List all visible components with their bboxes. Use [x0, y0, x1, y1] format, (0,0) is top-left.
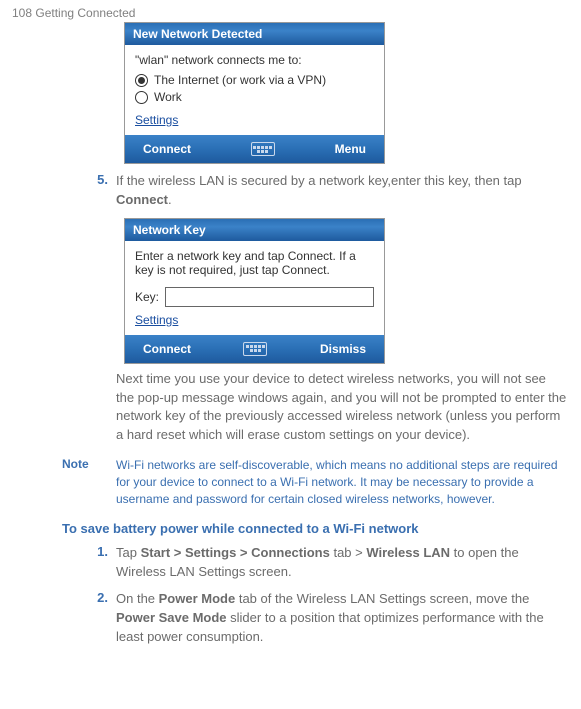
radio-work[interactable] — [135, 91, 148, 104]
network-key-dialog: Network Key Enter a network key and tap … — [124, 218, 385, 364]
new-network-dialog: New Network Detected "wlan" network conn… — [124, 22, 385, 164]
dialog-bottombar: Connect Dismiss — [125, 335, 384, 363]
keyboard-icon[interactable] — [243, 342, 267, 356]
note-text: Wi-Fi networks are self-discoverable, wh… — [116, 457, 567, 507]
step-text: On the Power Mode tab of the Wireless LA… — [116, 590, 567, 647]
settings-link[interactable]: Settings — [135, 313, 178, 327]
dialog-bottombar: Connect Menu — [125, 135, 384, 163]
step-2: 2. On the Power Mode tab of the Wireless… — [0, 590, 581, 647]
dialog-text: Enter a network key and tap Connect. If … — [135, 249, 374, 277]
dismiss-button[interactable]: Dismiss — [320, 342, 366, 356]
note: Note Wi-Fi networks are self-discoverabl… — [0, 457, 581, 507]
radio-internet[interactable] — [135, 74, 148, 87]
note-label: Note — [62, 457, 116, 507]
dialog-titlebar: Network Key — [125, 219, 384, 241]
connect-button[interactable]: Connect — [143, 142, 191, 156]
step-number: 2. — [88, 590, 116, 647]
paragraph-next-time: Next time you use your device to detect … — [0, 370, 581, 445]
page-header: 108 Getting Connected — [12, 6, 135, 20]
step-5: 5. If the wireless LAN is secured by a n… — [0, 172, 581, 210]
step-text: Tap Start > Settings > Connections tab >… — [116, 544, 567, 582]
menu-button[interactable]: Menu — [335, 142, 366, 156]
dialog-titlebar: New Network Detected — [125, 23, 384, 45]
step-number: 1. — [88, 544, 116, 582]
settings-link[interactable]: Settings — [135, 113, 178, 127]
key-label: Key: — [135, 290, 159, 304]
connect-button[interactable]: Connect — [143, 342, 191, 356]
radio-label: The Internet (or work via a VPN) — [154, 73, 326, 87]
radio-label: Work — [154, 90, 182, 104]
dialog-text: "wlan" network connects me to: — [135, 53, 374, 67]
step-text: If the wireless LAN is secured by a netw… — [116, 172, 567, 210]
keyboard-icon[interactable] — [251, 142, 275, 156]
step-1: 1. Tap Start > Settings > Connections ta… — [0, 544, 581, 582]
step-number: 5. — [88, 172, 116, 210]
section-heading: To save battery power while connected to… — [0, 521, 581, 536]
key-input[interactable] — [165, 287, 374, 307]
